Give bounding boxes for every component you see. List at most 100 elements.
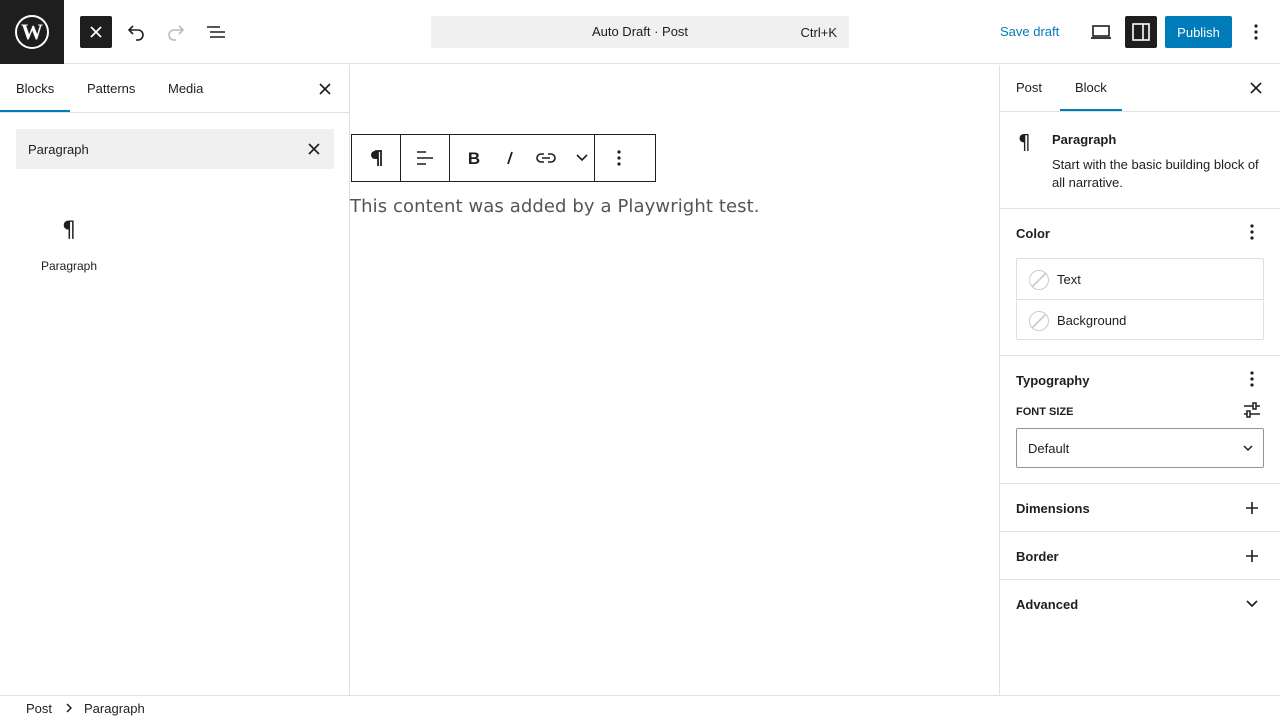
clear-search-button[interactable] [304, 139, 324, 159]
chevron-right-icon [64, 702, 74, 714]
format-group: B [450, 135, 595, 181]
document-overview-button[interactable] [200, 16, 232, 48]
bold-button[interactable]: B [450, 135, 498, 181]
tab-blocks[interactable]: Blocks [16, 81, 54, 96]
color-item-label: Text [1057, 272, 1081, 287]
command-shortcut: Ctrl+K [800, 25, 837, 40]
align-left-icon [417, 151, 433, 165]
close-inserter-button[interactable] [80, 16, 112, 48]
close-icon [1250, 82, 1262, 94]
color-swatch [1029, 270, 1049, 290]
redo-icon [168, 25, 185, 41]
editor-header: W Auto Draft · Post Ctrl+K Save draft Pu… [0, 0, 1280, 64]
block-card-title: Paragraph [1052, 132, 1117, 147]
more-formats-button[interactable] [570, 135, 594, 181]
chevron-down-icon [576, 154, 588, 162]
color-item-text[interactable]: Text [1017, 259, 1263, 299]
dimensions-panel-title: Dimensions [1016, 501, 1090, 516]
wordpress-logo-button[interactable]: W [0, 0, 64, 64]
color-panel-title: Color [1016, 226, 1050, 241]
breadcrumb-item-paragraph[interactable]: Paragraph [84, 701, 145, 716]
undo-button[interactable] [120, 16, 152, 48]
command-palette-bar[interactable]: Auto Draft · Post Ctrl+K [431, 16, 849, 48]
block-toolbar: B [351, 134, 656, 182]
close-icon [90, 26, 102, 38]
sidebar-toggle-icon [1132, 23, 1150, 41]
color-item-label: Background [1057, 313, 1127, 328]
link-icon [536, 153, 556, 163]
border-panel[interactable]: Border [1000, 532, 1280, 580]
typography-panel-title: Typography [1016, 373, 1090, 388]
block-switcher-group [352, 135, 401, 181]
paragraph-icon: ¶ [1018, 130, 1031, 154]
more-vertical-icon [1250, 224, 1254, 240]
tab-patterns[interactable]: Patterns [87, 81, 135, 96]
close-settings-button[interactable] [1246, 78, 1266, 98]
color-options-button[interactable] [1242, 222, 1262, 242]
wordpress-logo-icon: W [15, 15, 49, 49]
plus-icon[interactable] [1242, 546, 1262, 566]
breadcrumb-item-post[interactable]: Post [26, 701, 52, 716]
tab-block[interactable]: Block [1075, 80, 1107, 95]
bold-icon: B [468, 150, 480, 166]
plus-icon[interactable] [1242, 498, 1262, 518]
block-type-button[interactable] [352, 135, 400, 181]
more-vertical-icon [1250, 371, 1254, 387]
save-draft-button[interactable]: Save draft [1000, 24, 1059, 39]
block-card-description: Start with the basic building block of a… [1052, 157, 1259, 190]
search-value: Paragraph [28, 142, 89, 157]
preview-button[interactable] [1085, 16, 1117, 48]
svg-text:W: W [21, 19, 43, 44]
svg-text:B: B [468, 150, 480, 166]
close-inserter-panel-button[interactable] [315, 79, 335, 99]
close-icon [308, 143, 320, 155]
color-settings-list: Text Background [1016, 258, 1264, 340]
list-view-icon [207, 26, 225, 38]
settings-sliders-icon [1244, 402, 1260, 418]
redo-button[interactable] [160, 16, 192, 48]
font-size-select[interactable]: Default [1016, 428, 1264, 468]
typography-panel: Typography FONT SIZE Default [1000, 356, 1280, 484]
editor-canvas: B This content was added by a Playwright… [350, 65, 999, 695]
font-size-label: FONT SIZE [1016, 406, 1074, 418]
color-item-background[interactable]: Background [1017, 299, 1263, 339]
color-swatch [1029, 311, 1049, 331]
settings-toggle-button[interactable] [1125, 16, 1157, 48]
block-options-group [595, 135, 643, 181]
block-card: ¶ Paragraph Start with the basic buildin… [1000, 112, 1280, 209]
more-vertical-icon [617, 150, 621, 166]
border-panel-title: Border [1016, 549, 1059, 564]
italic-button[interactable] [498, 135, 522, 181]
block-search-input[interactable]: Paragraph [16, 129, 334, 169]
paragraph-block[interactable]: This content was added by a Playwright t… [350, 196, 760, 217]
color-panel: Color Text Background [1000, 209, 1280, 356]
chevron-down-icon[interactable] [1242, 594, 1262, 614]
desktop-preview-icon [1091, 25, 1111, 39]
block-options-button[interactable] [595, 135, 643, 181]
active-tab-indicator [1060, 109, 1122, 111]
advanced-panel-title: Advanced [1016, 597, 1079, 612]
font-size-custom-button[interactable] [1242, 400, 1262, 420]
active-tab-indicator [0, 110, 70, 112]
dimensions-panel[interactable]: Dimensions [1000, 484, 1280, 532]
undo-icon [127, 25, 144, 41]
document-title: Auto Draft · Post [591, 24, 689, 39]
tab-media[interactable]: Media [168, 81, 203, 96]
publish-button[interactable]: Publish [1165, 16, 1232, 48]
italic-icon [507, 151, 513, 165]
font-size-value: Default [1028, 441, 1070, 456]
block-result-label: Paragraph [40, 259, 98, 273]
tab-post[interactable]: Post [1016, 80, 1042, 95]
align-text-button[interactable] [401, 135, 449, 181]
typography-options-button[interactable] [1242, 369, 1262, 389]
breadcrumb: Post Paragraph [0, 695, 1280, 720]
advanced-panel[interactable]: Advanced [1000, 580, 1280, 628]
paragraph-icon [371, 150, 382, 166]
paragraph-icon: ¶ [62, 218, 76, 243]
options-menu-button[interactable] [1240, 16, 1272, 48]
link-button[interactable] [522, 135, 570, 181]
block-result-paragraph[interactable]: ¶ Paragraph [24, 215, 114, 285]
close-icon [319, 83, 331, 95]
settings-sidebar: Post Block ¶ Paragraph Start with the ba… [999, 65, 1280, 695]
more-vertical-icon [1254, 24, 1258, 40]
